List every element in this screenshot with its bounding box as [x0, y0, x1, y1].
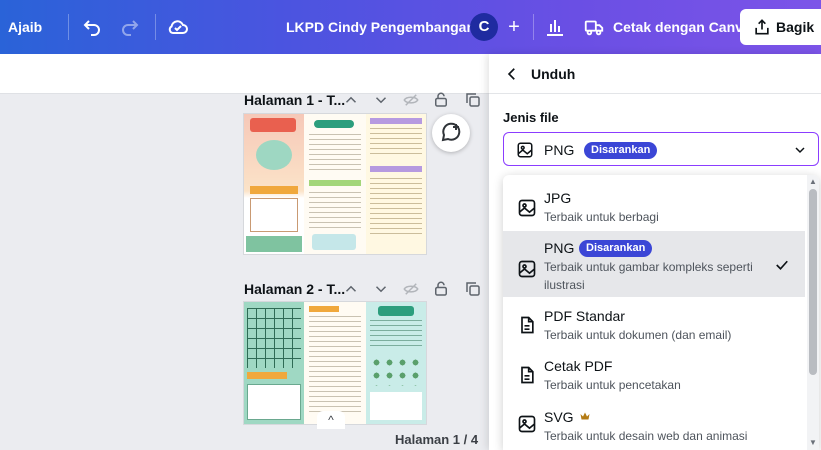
- document-icon: [521, 316, 534, 334]
- redo-icon[interactable]: [118, 15, 142, 39]
- image-icon: [518, 199, 536, 217]
- option-description: Terbaik untuk gambar kompleks seperti il…: [544, 260, 753, 292]
- show-pages-button[interactable]: ^: [317, 411, 345, 429]
- divider: [155, 14, 156, 40]
- crown-icon: [580, 412, 590, 420]
- add-comment-icon[interactable]: [432, 114, 470, 152]
- page-header-2[interactable]: Halaman 2 - T...: [244, 281, 345, 297]
- option-svg[interactable]: SVG Terbaik untuk desain web dan animasi: [503, 397, 805, 450]
- thumbnail-panel: [244, 302, 304, 424]
- avatar[interactable]: C: [470, 13, 498, 41]
- option-description: Terbaik untuk berbagi: [544, 210, 659, 224]
- print-label: Cetak dengan Canva: [613, 19, 751, 35]
- selected-file-type: PNG: [544, 142, 575, 158]
- chevron-up-icon[interactable]: [342, 280, 360, 298]
- hide-icon[interactable]: [402, 91, 420, 109]
- lock-icon[interactable]: [432, 91, 450, 109]
- back-icon[interactable]: [503, 65, 521, 83]
- recommended-badge: Disarankan: [579, 240, 653, 257]
- page-indicator[interactable]: Halaman 1 / 4: [395, 432, 478, 447]
- option-description: Terbaik untuk desain web dan animasi: [544, 429, 748, 443]
- check-icon: [776, 260, 788, 270]
- chevron-up-icon[interactable]: [342, 91, 360, 109]
- download-panel: Unduh Jenis file PNG Disarankan JPG Terb…: [489, 54, 821, 450]
- add-collaborator-button[interactable]: +: [500, 13, 528, 41]
- thumbnail-panel: [304, 302, 366, 424]
- thumbnail-panel: [366, 114, 426, 254]
- image-icon: [517, 142, 533, 158]
- panel-header: Unduh: [489, 54, 821, 94]
- insights-icon[interactable]: [543, 15, 567, 39]
- image-icon: [518, 260, 536, 278]
- undo-icon[interactable]: [80, 15, 104, 39]
- page-title: Halaman 1 - T...: [244, 92, 346, 108]
- share-button[interactable]: Bagik: [740, 9, 821, 45]
- option-name: PDF Standar: [544, 308, 625, 324]
- option-name: PNG: [544, 240, 575, 256]
- page-title: Halaman 2 - T...: [244, 281, 346, 297]
- document-title[interactable]: LKPD Cindy Pengembangan: [286, 0, 475, 54]
- page-thumbnail-1[interactable]: [244, 114, 426, 254]
- option-png[interactable]: PNG Disarankan Terbaik untuk gambar komp…: [503, 231, 805, 297]
- option-description: Terbaik untuk pencetakan: [544, 378, 681, 392]
- chevron-down-icon: [795, 147, 805, 154]
- option-print-pdf[interactable]: Cetak PDF Terbaik untuk pencetakan: [503, 347, 805, 397]
- option-jpg[interactable]: JPG Terbaik untuk berbagi: [503, 175, 805, 231]
- thumbnail-panel: [244, 114, 304, 254]
- option-name: SVG: [544, 409, 574, 425]
- hide-icon[interactable]: [402, 280, 420, 298]
- panel-title: Unduh: [531, 66, 576, 82]
- scroll-down-icon[interactable]: ▼: [807, 437, 819, 449]
- print-with-canva-button[interactable]: Cetak dengan Canva: [583, 13, 751, 41]
- share-label: Bagik: [776, 19, 815, 35]
- chevron-down-icon[interactable]: [372, 91, 390, 109]
- file-type-label: Jenis file: [503, 110, 559, 125]
- file-type-select[interactable]: PNG Disarankan: [503, 132, 819, 166]
- thumbnail-panel: [366, 302, 426, 424]
- scroll-up-icon[interactable]: ▲: [807, 176, 819, 188]
- option-name: JPG: [544, 190, 572, 206]
- recommended-badge: Disarankan: [584, 142, 658, 159]
- image-icon: [518, 415, 536, 433]
- truck-icon: [584, 20, 604, 36]
- option-description: Terbaik untuk dokumen (dan email): [544, 328, 732, 342]
- duplicate-icon[interactable]: [464, 280, 482, 298]
- document-icon: [521, 366, 534, 384]
- unlock-icon[interactable]: [432, 280, 450, 298]
- duplicate-icon[interactable]: [464, 91, 482, 109]
- thumbnail-panel: [304, 114, 366, 254]
- chevron-down-icon[interactable]: [372, 280, 390, 298]
- upload-icon: [755, 19, 769, 35]
- option-pdf-standard[interactable]: PDF Standar Terbaik untuk dokumen (dan e…: [503, 297, 805, 347]
- page-thumbnail-2[interactable]: [244, 302, 426, 424]
- cloud-saved-icon[interactable]: [166, 15, 190, 39]
- page-header-1[interactable]: Halaman 1 - T...: [244, 92, 345, 108]
- top-toolbar: Ajaib LKPD Cindy Pengembangan C + Cetak …: [0, 0, 821, 54]
- divider: [533, 14, 534, 40]
- file-type-dropdown: JPG Terbaik untuk berbagi PNG Disarankan…: [503, 175, 819, 450]
- divider: [68, 14, 69, 40]
- option-name: Cetak PDF: [544, 358, 613, 374]
- scrollbar-thumb[interactable]: [809, 189, 817, 375]
- magic-menu-label[interactable]: Ajaib: [8, 0, 42, 54]
